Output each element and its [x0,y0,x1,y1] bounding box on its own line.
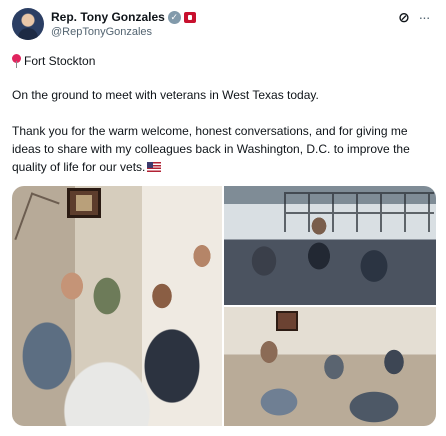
verified-badge-icon[interactable]: ✓ [167,10,181,24]
us-flag-icon [147,162,162,172]
post-header: Rep. Tony Gonzales ✓ @RepTonyGonzales ⊘ … [12,8,436,42]
wall-decoration [14,192,60,250]
location-text: Fort Stockton [24,54,96,68]
post-paragraph-2: Thank you for the warm welcome, honest c… [12,122,432,176]
grok-icon[interactable]: ⊘ [396,9,412,25]
photo-veterans-meeting-2[interactable] [224,186,436,305]
more-icon[interactable]: ··· [416,9,432,25]
round-pushpin-icon [12,54,21,68]
photo-veterans-meeting-3[interactable] [224,307,436,426]
media-grid [12,186,436,426]
photo-veterans-meeting-1[interactable] [12,186,222,426]
author-name[interactable]: Rep. Tony Gonzales [51,10,165,24]
wall-picture [276,311,298,331]
affiliation-badge-icon[interactable] [183,11,196,23]
author-row: Rep. Tony Gonzales ✓ [51,9,196,25]
post-paragraph-1: On the ground to meet with veterans in W… [12,88,319,102]
window-panes [284,192,434,232]
avatar[interactable] [12,8,44,40]
paragraph-2-text: Thank you for the warm welcome, honest c… [12,124,410,174]
post-location-line: Fort Stockton [12,52,432,70]
author-handle[interactable]: @RepTonyGonzales [51,26,152,38]
wall-picture [67,188,101,218]
